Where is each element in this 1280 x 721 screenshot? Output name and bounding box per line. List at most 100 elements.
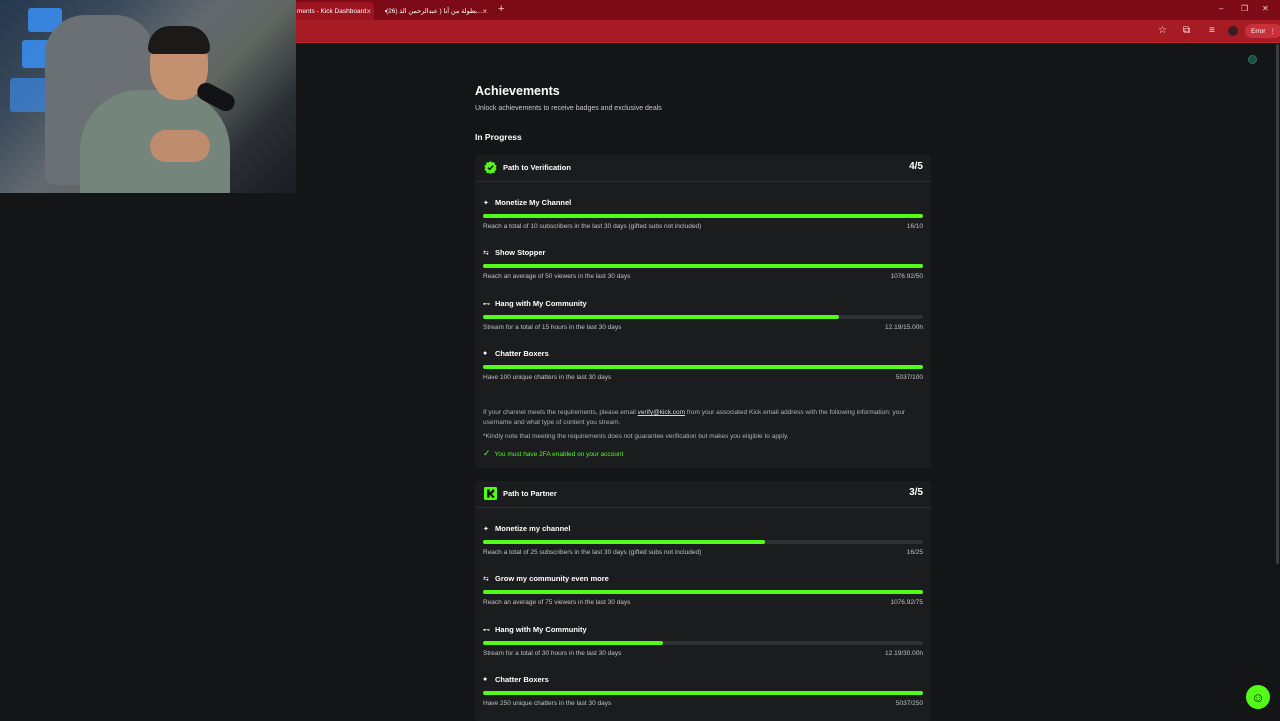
- achievement-desc: Stream for a total of 30 hours in the la…: [483, 650, 622, 657]
- tab-youtube[interactable]: (26) بطولة من أنا ( عبدالرحمن الذ... ×: [378, 2, 492, 20]
- achievement-value: 5037/250: [895, 700, 923, 707]
- achievement-item: ✦ Monetize my channel Reach a total of 2…: [483, 523, 923, 567]
- progress-fill: [483, 691, 923, 695]
- achievement-name: Grow my community even more: [495, 574, 609, 583]
- achievement-value: 12.19/15.00h: [885, 324, 923, 331]
- progress-track: [483, 214, 923, 218]
- achievement-name: Chatter Boxers: [495, 675, 549, 684]
- extensions-icon[interactable]: ⧉: [1183, 25, 1190, 36]
- card-header: Path to Partner 3/5: [475, 481, 931, 508]
- twofa-text: You must have 2FA enabled on your accoun…: [494, 451, 624, 458]
- status-dot: [1248, 55, 1257, 64]
- achievement-desc: Reach an average of 50 viewers in the la…: [483, 273, 631, 280]
- bookmark-star-icon[interactable]: ☆: [1158, 25, 1167, 36]
- achievement-item: ⊷ Hang with My Community Stream for a to…: [483, 298, 923, 342]
- error-button[interactable]: Error ⋮: [1245, 24, 1280, 38]
- card-title: Path to Verification: [503, 163, 571, 172]
- profile-avatar[interactable]: [1228, 26, 1238, 36]
- achievement-item: ⇆ Show Stopper Reach an average of 50 vi…: [483, 247, 923, 291]
- card-count: 3/5: [909, 487, 923, 498]
- achievement-item: ● Chatter Boxers Have 250 unique chatter…: [483, 674, 923, 718]
- verification-note: If your channel meets the requirements, …: [483, 408, 923, 428]
- progress-track: [483, 590, 923, 594]
- streamer-hair: [148, 26, 210, 54]
- verify-email-link[interactable]: verify@kick.com: [638, 409, 685, 416]
- note-text: If your channel meets the requirements, …: [483, 409, 636, 416]
- scrollbar[interactable]: [1276, 44, 1279, 564]
- page-title: Achievements: [475, 84, 560, 98]
- progress-fill: [483, 540, 765, 544]
- media-icon[interactable]: ≡: [1209, 25, 1215, 36]
- tab-close-icon[interactable]: ×: [366, 7, 371, 16]
- progress-track: [483, 315, 923, 319]
- progress-fill: [483, 590, 923, 594]
- card-header: Path to Verification 4/5: [475, 155, 931, 182]
- card-title: Path to Partner: [503, 489, 557, 498]
- achievement-name: Chatter Boxers: [495, 349, 549, 358]
- section-in-progress: In Progress: [475, 132, 522, 142]
- community-icon: ⊷: [483, 627, 490, 634]
- viewers-icon: ⇆: [483, 250, 489, 257]
- chat-icon: ●: [483, 676, 488, 683]
- achievement-name: Monetize My Channel: [495, 198, 572, 207]
- achievement-name: Monetize my channel: [495, 524, 571, 533]
- achievement-value: 12.19/30.00h: [885, 650, 923, 657]
- sparkle-icon: ✦: [483, 526, 489, 533]
- achievement-desc: Have 100 unique chatters in the last 30 …: [483, 374, 612, 381]
- progress-fill: [483, 315, 840, 319]
- tab-title: ments - Kick Dashboard: [297, 7, 367, 15]
- sparkle-icon: ✦: [483, 200, 489, 207]
- support-chat-button[interactable]: ☺: [1246, 685, 1270, 709]
- verification-card: Path to Verification 4/5 ✦ Monetize My C…: [475, 155, 931, 468]
- progress-fill: [483, 641, 664, 645]
- viewers-icon: ⇆: [483, 576, 489, 583]
- achievement-name: Hang with My Community: [495, 299, 587, 308]
- kick-logo-icon: [484, 487, 497, 500]
- background-light: [10, 78, 48, 112]
- tab-title: (26) بطولة من أنا ( عبدالرحمن الذ...: [386, 8, 483, 15]
- achievement-value: 16/25: [906, 549, 923, 556]
- community-icon: ⊷: [483, 301, 490, 308]
- achievement-value: 16/10: [906, 223, 923, 230]
- verification-disclaimer: *Kindly note that meeting the requiremen…: [483, 433, 789, 440]
- achievement-desc: Reach a total of 25 subscribers in the l…: [483, 549, 702, 556]
- achievement-item: ✦ Monetize My Channel Reach a total of 1…: [483, 197, 923, 241]
- progress-track: [483, 641, 923, 645]
- progress-fill: [483, 214, 923, 218]
- twofa-requirement: ✓ You must have 2FA enabled on your accou…: [483, 448, 623, 459]
- achievement-value: 1076.92/50: [890, 273, 923, 280]
- page-subtitle: Unlock achievements to receive badges an…: [475, 105, 662, 112]
- maximize-button[interactable]: ❐: [1241, 4, 1248, 13]
- webcam-overlay: [0, 0, 296, 193]
- new-tab-button[interactable]: +: [498, 3, 504, 15]
- achievement-desc: Have 250 unique chatters in the last 30 …: [483, 700, 612, 707]
- minimize-button[interactable]: –: [1219, 4, 1223, 13]
- progress-track: [483, 264, 923, 268]
- streamer-hands: [150, 130, 210, 162]
- partner-card: Path to Partner 3/5 ✦ Monetize my channe…: [475, 481, 931, 721]
- achievement-item: ● Chatter Boxers Have 100 unique chatter…: [483, 348, 923, 392]
- check-icon: ✓: [483, 448, 491, 458]
- error-label: Error: [1251, 27, 1266, 35]
- achievement-name: Hang with My Community: [495, 625, 587, 634]
- support-chat-icon: ☺: [1251, 689, 1265, 705]
- tab-close-icon[interactable]: ×: [483, 7, 488, 16]
- achievement-desc: Stream for a total of 15 hours in the la…: [483, 324, 622, 331]
- achievement-item: ⇆ Grow my community even more Reach an a…: [483, 573, 923, 617]
- verified-badge-icon: [484, 161, 497, 174]
- achievement-name: Show Stopper: [495, 248, 546, 257]
- close-window-button[interactable]: ✕: [1262, 4, 1269, 13]
- progress-fill: [483, 365, 923, 369]
- achievement-value: 1076.92/75: [890, 599, 923, 606]
- menu-dots-icon[interactable]: ⋮: [1269, 27, 1276, 35]
- progress-track: [483, 691, 923, 695]
- tab-kick-dashboard[interactable]: ments - Kick Dashboard ×: [296, 2, 374, 20]
- achievement-desc: Reach a total of 10 subscribers in the l…: [483, 223, 702, 230]
- progress-fill: [483, 264, 923, 268]
- card-count: 4/5: [909, 161, 923, 172]
- achievement-value: 5037/100: [895, 374, 923, 381]
- achievement-desc: Reach an average of 75 viewers in the la…: [483, 599, 631, 606]
- progress-track: [483, 540, 923, 544]
- achievement-item: ⊷ Hang with My Community Stream for a to…: [483, 624, 923, 668]
- chat-icon: ●: [483, 350, 488, 357]
